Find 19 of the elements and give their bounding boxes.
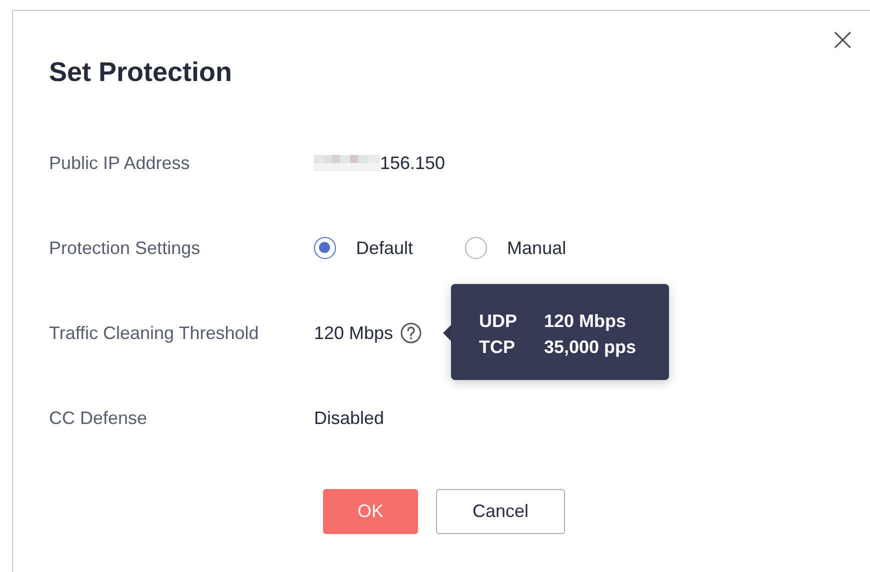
limit-value: 120 Mbps — [544, 310, 626, 333]
cancel-button[interactable]: Cancel — [436, 489, 565, 534]
field-label: CC Defense — [49, 408, 148, 428]
field-value: Disabled — [314, 408, 384, 428]
field-label: Protection Settings — [49, 238, 202, 258]
dialog-title: Set Protection — [49, 56, 232, 89]
close-button[interactable]: × — [825, 23, 860, 55]
radio-icon[interactable] — [314, 237, 336, 259]
ip-value: 156.150 — [380, 152, 446, 174]
radio-option[interactable]: Manual — [465, 237, 566, 259]
help-icon[interactable] — [400, 322, 422, 344]
limit-value: 35,000 pps — [544, 336, 636, 359]
protocol-label: UDP — [479, 310, 518, 333]
field-label: Traffic Cleaning Threshold — [49, 322, 260, 344]
radio-icon[interactable] — [465, 237, 488, 259]
radio-option[interactable]: Default — [314, 237, 414, 259]
threshold-value: 120 Mbps — [314, 322, 394, 344]
field-label: Public IP Address — [49, 152, 191, 174]
protocol-label: TCP — [479, 336, 516, 359]
